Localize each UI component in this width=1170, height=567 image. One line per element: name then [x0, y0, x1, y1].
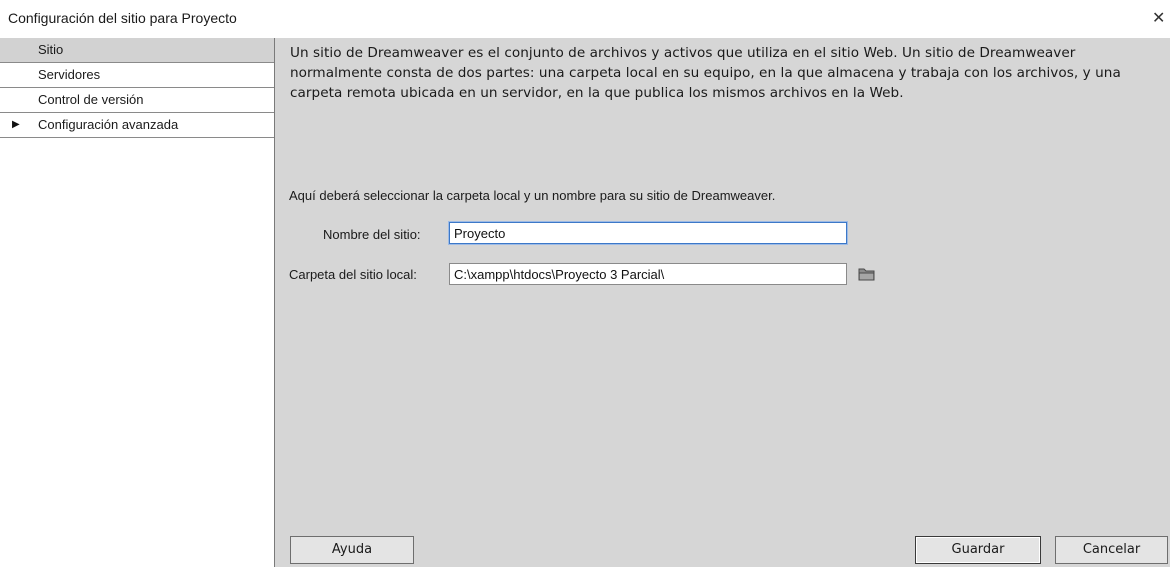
sidebar-item-servidores[interactable]: Servidores: [0, 63, 274, 88]
help-button[interactable]: Ayuda: [290, 536, 414, 564]
close-icon[interactable]: ✕: [1152, 8, 1170, 30]
sidebar-item-configuracion-avanzada[interactable]: ▶ Configuración avanzada: [0, 113, 274, 138]
local-folder-input[interactable]: [449, 263, 847, 285]
sidebar-item-label: Servidores: [38, 67, 101, 82]
folder-icon[interactable]: [857, 265, 877, 283]
site-settings-panel: Un sitio de Dreamweaver es el conjunto d…: [275, 38, 1170, 567]
sidebar-item-label: Control de versión: [38, 92, 144, 107]
dialog-title: Configuración del sitio para Proyecto: [8, 10, 237, 26]
intro-text: Un sitio de Dreamweaver es el conjunto d…: [290, 45, 1121, 101]
local-folder-label: Carpeta del sitio local:: [289, 267, 417, 282]
triangle-right-icon[interactable]: ▶: [12, 113, 20, 137]
title-bar: Configuración del sitio para Proyecto ✕: [0, 0, 1170, 38]
sidebar-item-label: Sitio: [38, 42, 64, 57]
instruction-text: Aquí deberá seleccionar la carpeta local…: [289, 188, 776, 203]
save-button[interactable]: Guardar: [915, 536, 1041, 564]
sidebar-item-label: Configuración avanzada: [38, 117, 179, 132]
cancel-button[interactable]: Cancelar: [1055, 536, 1168, 564]
site-setup-dialog: Configuración del sitio para Proyecto ✕ …: [0, 0, 1170, 567]
sidebar-item-control-de-version[interactable]: Control de versión: [0, 88, 274, 113]
category-sidebar: Sitio Servidores Control de versión ▶ Co…: [0, 38, 275, 567]
site-name-input[interactable]: [449, 222, 847, 244]
sidebar-item-sitio[interactable]: Sitio: [0, 38, 274, 63]
site-name-label: Nombre del sitio:: [323, 227, 421, 242]
